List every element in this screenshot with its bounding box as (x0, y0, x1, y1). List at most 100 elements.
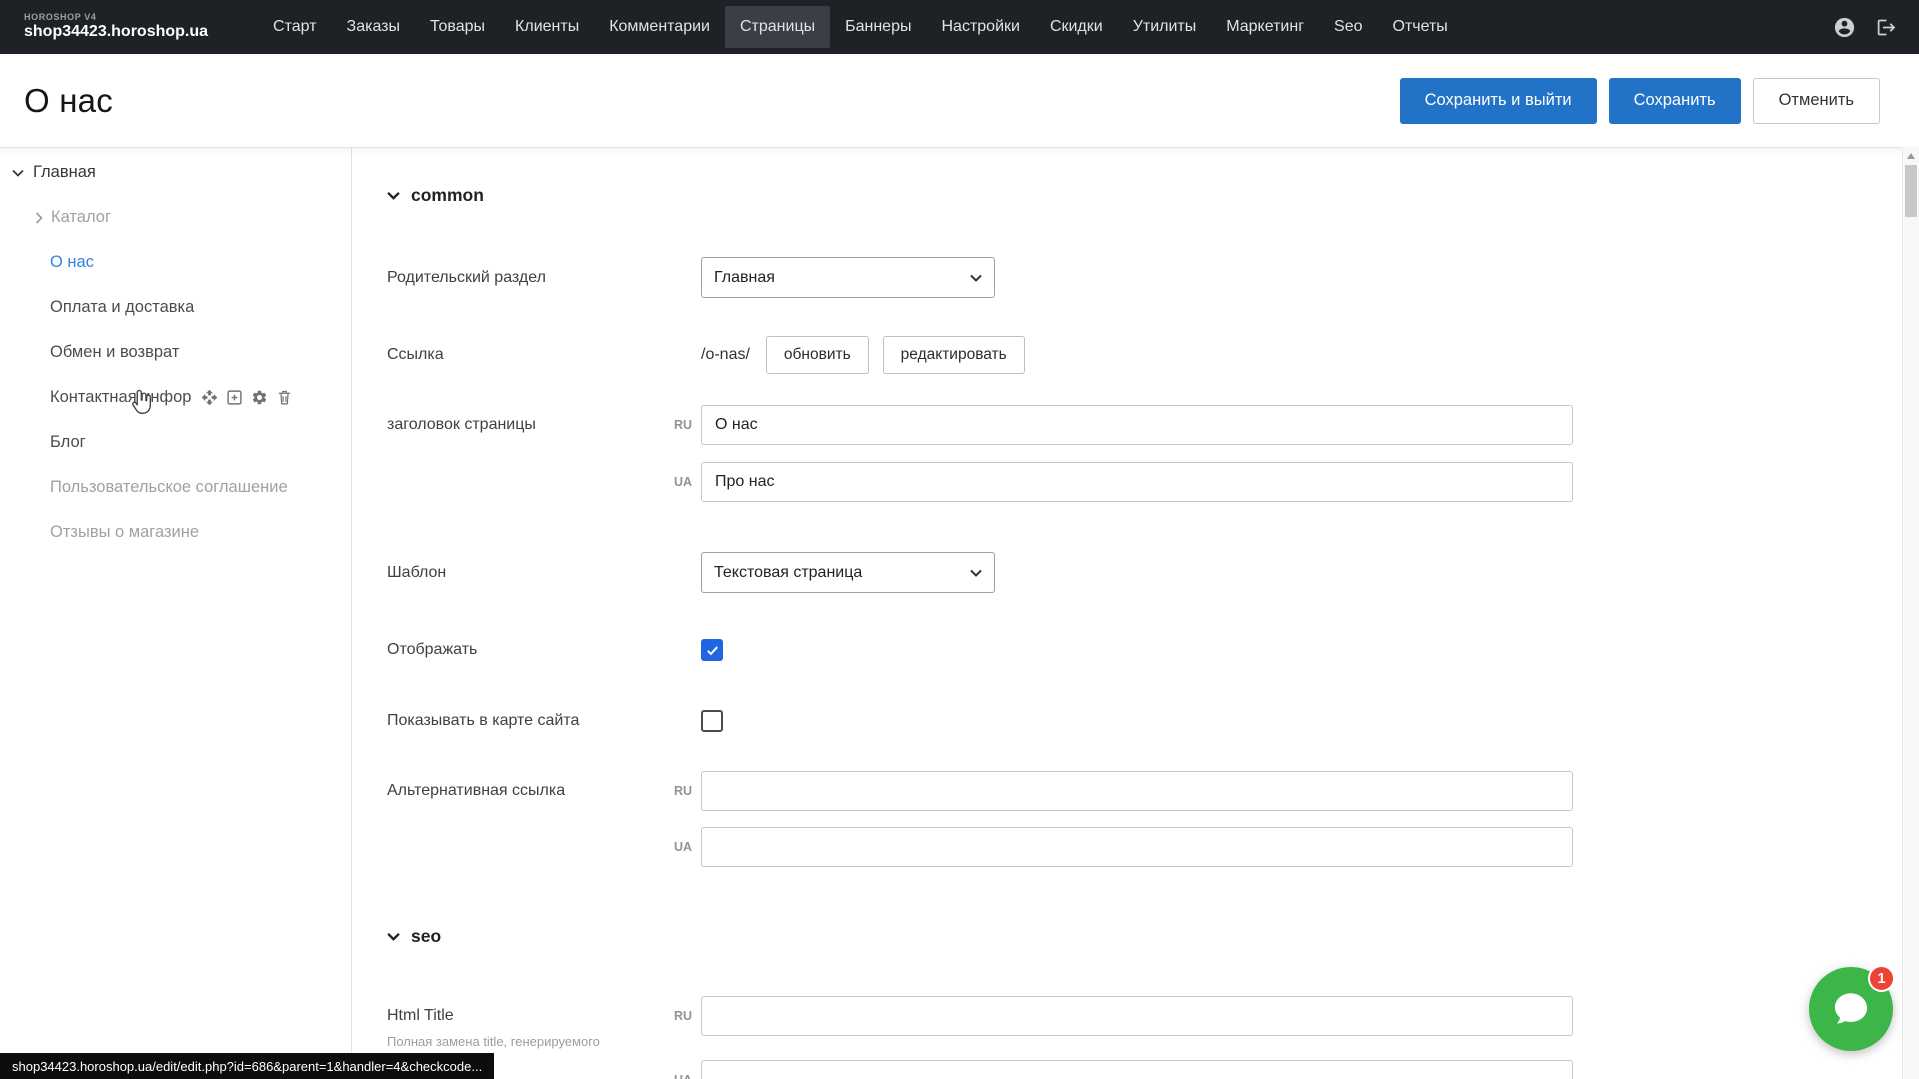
page-title-ua-input[interactable] (701, 462, 1573, 502)
sidebar-item-label: Оплата и доставка (50, 298, 194, 317)
menu-item-utilities[interactable]: Утилиты (1118, 0, 1212, 54)
menu-item-discounts[interactable]: Скидки (1035, 0, 1118, 54)
brand-logo[interactable]: HOROSHOP V4 shop34423.horoshop.ua (24, 13, 208, 41)
sidebar-item-label: Блог (50, 433, 86, 452)
pages-tree-sidebar: Главная Каталог О нас Оплата и доставка … (0, 148, 352, 1079)
alt-link-ua-input[interactable] (701, 827, 1573, 867)
topbar: HOROSHOP V4 shop34423.horoshop.ua Старт … (0, 0, 1919, 54)
display-checkbox[interactable] (701, 639, 723, 661)
form-row-alt-link-ua: UA (387, 827, 1573, 867)
form-row-sitemap: Показывать в карте сайта (387, 710, 723, 732)
sitemap-checkbox[interactable] (701, 710, 723, 732)
sidebar-item-kontakty[interactable]: Контактная инфор (0, 375, 351, 420)
sidebar-item-oplata[interactable]: Оплата и доставка (0, 285, 351, 330)
trash-icon[interactable] (276, 389, 293, 406)
add-icon[interactable] (226, 389, 243, 406)
template-label: Шаблон (387, 564, 663, 582)
main-menu: Старт Заказы Товары Клиенты Комментарии … (258, 0, 1833, 54)
lang-tag-ua: UA (663, 840, 701, 854)
chevron-down-icon (970, 569, 982, 577)
lang-tag-ua: UA (663, 1073, 701, 1079)
section-seo[interactable]: seo (387, 926, 441, 947)
html-title-hint: Полная замена title, генерируемого (387, 1034, 600, 1049)
alt-link-ru-input[interactable] (701, 771, 1573, 811)
form-row-html-title-ua: UA (387, 1060, 1573, 1079)
menu-item-seo[interactable]: Seo (1319, 0, 1377, 54)
chat-widget-button[interactable]: 1 (1809, 967, 1893, 1051)
menu-item-comments[interactable]: Комментарии (594, 0, 725, 54)
menu-item-settings[interactable]: Настройки (926, 0, 1034, 54)
form-row-parent: Родительский раздел Главная (387, 257, 995, 298)
html-title-ru-input[interactable] (701, 996, 1573, 1036)
move-icon[interactable] (201, 389, 218, 406)
scrollbar-up-arrow[interactable] (1907, 153, 1915, 159)
form-row-link: Ссылка /o-nas/ обновить редактировать (387, 336, 1039, 374)
lang-tag-ru: RU (663, 418, 701, 432)
sidebar-item-label: Отзывы о магазине (50, 523, 199, 542)
chevron-down-icon (12, 169, 24, 177)
sidebar-item-blog[interactable]: Блог (0, 420, 351, 465)
cancel-button[interactable]: Отменить (1753, 78, 1880, 124)
vertical-scrollbar[interactable] (1902, 147, 1919, 1079)
form-row-page-title-ua: UA (387, 462, 1573, 502)
form-row-alt-link-ru: Альтернативная ссылка RU (387, 771, 1573, 811)
link-edit-button[interactable]: редактировать (883, 336, 1025, 374)
select-value: Главная (714, 269, 775, 287)
menu-item-orders[interactable]: Заказы (332, 0, 415, 54)
menu-item-marketing[interactable]: Маркетинг (1211, 0, 1319, 54)
page-title-label: заголовок страницы (387, 416, 663, 434)
save-exit-button[interactable]: Сохранить и выйти (1400, 78, 1597, 124)
sidebar-item-agreement[interactable]: Пользовательское соглашение (0, 465, 351, 510)
page-edit-form: common Родительский раздел Главная Ссылк… (353, 148, 1902, 1079)
sidebar-item-katalog[interactable]: Каталог (0, 195, 351, 240)
menu-item-banners[interactable]: Баннеры (830, 0, 926, 54)
status-url-tooltip: shop34423.horoshop.ua/edit/edit.php?id=6… (0, 1053, 494, 1079)
brand-domain: shop34423.horoshop.ua (24, 24, 208, 41)
sidebar-item-label: О нас (50, 253, 94, 272)
tree-item-actions (201, 389, 293, 406)
template-select[interactable]: Текстовая страница (701, 552, 995, 593)
sidebar-item-glavnaya[interactable]: Главная (0, 150, 351, 195)
lang-tag-ru: RU (663, 1009, 701, 1023)
section-title: common (411, 185, 484, 206)
section-common[interactable]: common (387, 185, 484, 206)
link-label: Ссылка (387, 346, 663, 364)
parent-section-label: Родительский раздел (387, 269, 663, 287)
menu-item-products[interactable]: Товары (415, 0, 500, 54)
account-icon[interactable] (1833, 16, 1856, 39)
sidebar-item-obmen[interactable]: Обмен и возврат (0, 330, 351, 375)
select-value: Текстовая страница (714, 564, 862, 582)
sidebar-item-label: Пользовательское соглашение (50, 478, 288, 497)
parent-section-select[interactable]: Главная (701, 257, 995, 298)
scrollbar-thumb[interactable] (1905, 165, 1917, 217)
status-url-text: shop34423.horoshop.ua/edit/edit.php?id=6… (12, 1059, 482, 1074)
header-actions: Сохранить и выйти Сохранить Отменить (1400, 78, 1880, 124)
chat-unread-badge: 1 (1868, 965, 1895, 992)
section-title: seo (411, 926, 441, 947)
gear-icon[interactable] (251, 389, 268, 406)
save-button[interactable]: Сохранить (1609, 78, 1741, 124)
logout-icon[interactable] (1876, 17, 1897, 38)
page-title-ru-input[interactable] (701, 405, 1573, 445)
sidebar-item-reviews[interactable]: Отзывы о магазине (0, 510, 351, 555)
lang-tag-ru: RU (663, 784, 701, 798)
form-row-html-title-ru: Html Title Полная замена title, генериру… (387, 996, 1573, 1036)
menu-item-reports[interactable]: Отчеты (1378, 0, 1463, 54)
menu-item-start[interactable]: Старт (258, 0, 331, 54)
lang-tag-ua: UA (663, 475, 701, 489)
form-row-display: Отображать (387, 639, 723, 661)
display-label: Отображать (387, 641, 663, 659)
topbar-right-icons (1833, 16, 1897, 39)
sidebar-item-o-nas[interactable]: О нас (0, 240, 351, 285)
alt-link-label: Альтернативная ссылка (387, 782, 663, 800)
sitemap-label: Показывать в карте сайта (387, 712, 663, 730)
menu-item-clients[interactable]: Клиенты (500, 0, 594, 54)
link-update-button[interactable]: обновить (766, 336, 869, 374)
chevron-right-icon (35, 212, 43, 224)
html-title-ua-input[interactable] (701, 1060, 1573, 1079)
form-row-template: Шаблон Текстовая страница (387, 552, 995, 593)
menu-item-pages[interactable]: Страницы (725, 6, 830, 48)
html-title-label: Html Title (387, 1007, 454, 1024)
chat-bubble-icon (1830, 988, 1872, 1030)
page-title: О нас (24, 82, 1400, 120)
